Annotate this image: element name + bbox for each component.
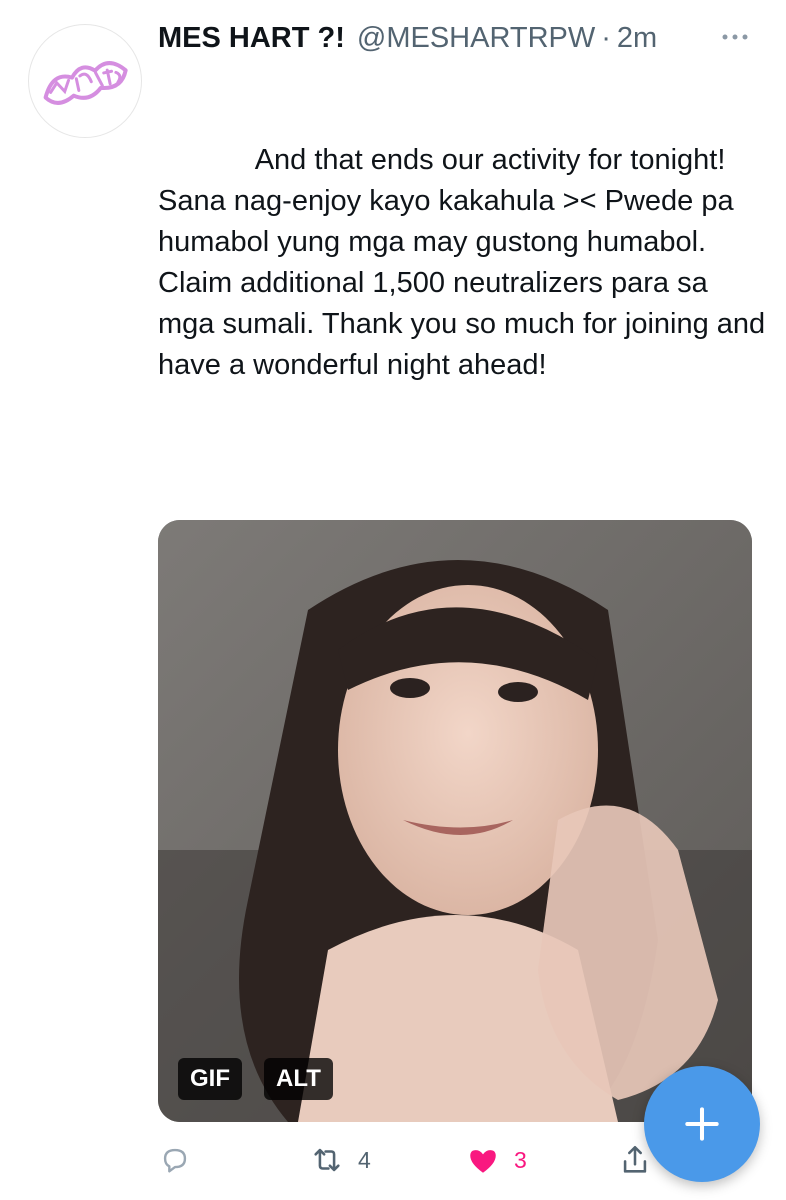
like-button[interactable]: 3	[466, 1138, 527, 1182]
more-icon[interactable]	[720, 22, 750, 52]
gif-image	[158, 520, 752, 1122]
tweet-actions: 4 3	[158, 1138, 678, 1182]
tweet-text: And that ends our activity for tonight! …	[158, 144, 774, 381]
heart-filled-icon	[470, 1150, 496, 1173]
retweet-count: 4	[358, 1146, 371, 1173]
plus-icon	[685, 1107, 719, 1141]
separator-dot: ·	[601, 21, 611, 54]
timestamp[interactable]: 2m	[617, 22, 657, 55]
share-icon	[623, 1145, 647, 1173]
retweet-button[interactable]: 4	[310, 1138, 371, 1182]
retweet-icon	[314, 1148, 340, 1172]
user-handle[interactable]: @MESHARTRPW	[357, 22, 595, 55]
display-name[interactable]: MES HART ?!	[158, 22, 345, 55]
avatar[interactable]	[28, 24, 142, 138]
tweet-header: MES HART ?! @MESHARTRPW · 2m	[158, 18, 746, 58]
reply-icon	[163, 1148, 187, 1173]
alt-badge[interactable]: ALT	[264, 1058, 333, 1100]
avatar-logo	[43, 61, 128, 105]
compose-button[interactable]	[644, 1066, 760, 1182]
like-count: 3	[514, 1146, 527, 1173]
gif-badge: GIF	[178, 1058, 242, 1100]
tweet-media[interactable]: GIF ALT	[158, 520, 752, 1122]
reply-button[interactable]	[158, 1138, 206, 1182]
